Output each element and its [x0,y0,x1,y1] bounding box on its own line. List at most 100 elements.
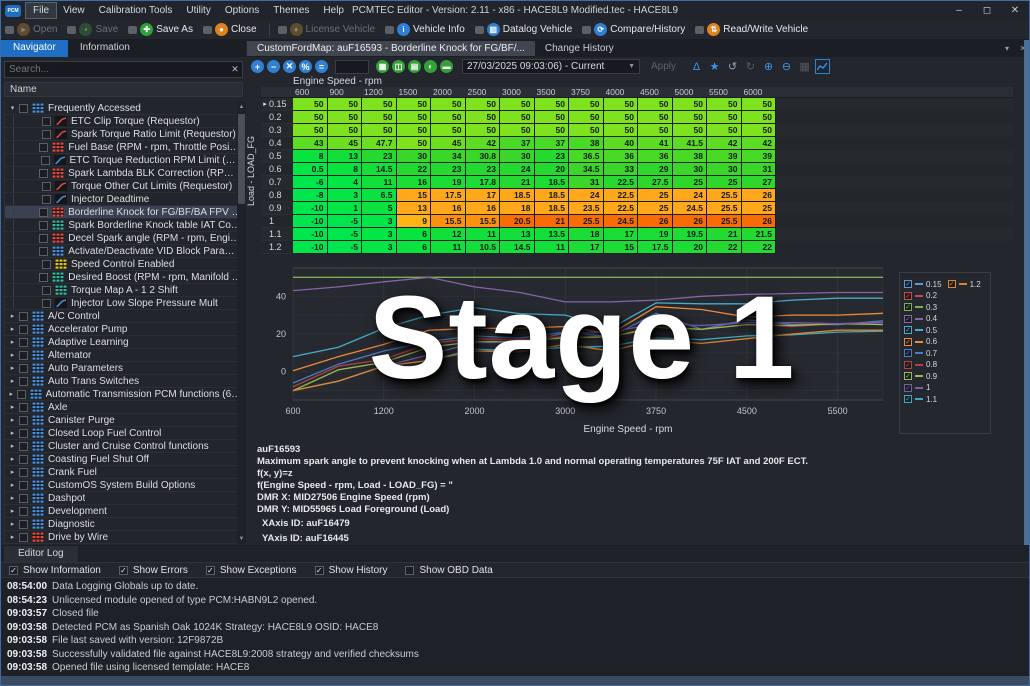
row-header-0.3[interactable]: 0.3 [261,124,293,137]
table-cell[interactable]: 23.5 [569,202,604,215]
tree-item-speed-control-enabled[interactable]: Speed Control Enabled [5,258,242,271]
checked-checkbox-icon[interactable]: ✓ [9,566,18,575]
table-cell[interactable]: 9 [397,215,432,228]
tree-checkbox[interactable] [42,182,51,191]
row-header-0.5[interactable]: 0.5 [261,150,293,163]
table-cell[interactable]: 23 [466,163,501,176]
tree-checkbox[interactable] [19,494,28,503]
tree-folder-development[interactable]: ▸Development [5,505,242,518]
expand-icon[interactable]: ▸ [8,351,17,359]
tree-folder-customos-system-build-options[interactable]: ▸CustomOS System Build Options [5,479,242,492]
legend-checkbox[interactable]: ✓ [904,349,912,357]
editor-log-tab[interactable]: Editor Log [4,546,78,562]
table-cell[interactable]: 50 [328,98,363,111]
column-header-2500[interactable]: 2500 [466,87,501,97]
tree-checkbox[interactable] [19,364,28,373]
table-cell[interactable]: 30.8 [466,150,501,163]
table-cell[interactable]: 50 [466,111,501,124]
row-header-1.1[interactable]: 1.1 [261,228,293,241]
tree-checkbox[interactable] [19,520,28,529]
table-cell[interactable]: 39 [742,150,777,163]
datalog-vehicle-button[interactable]: ▥Datalog Vehicle [475,23,573,36]
unchecked-checkbox-icon[interactable] [405,566,414,575]
table-cell[interactable]: 22.5 [604,202,639,215]
table-cell[interactable]: 50 [362,124,397,137]
column-header-3500[interactable]: 3500 [535,87,570,97]
table-cell[interactable]: 50 [673,124,708,137]
table-cell[interactable]: 14.5 [362,163,397,176]
table-cell[interactable]: 17.5 [638,241,673,254]
expand-icon[interactable]: ▸ [8,338,17,346]
tree-folder-a-c-control[interactable]: ▸A/C Control [5,310,242,323]
close-button[interactable]: ●Close [203,23,257,36]
expand-icon[interactable]: ▸ [8,507,17,515]
table-cell[interactable]: -10 [293,228,328,241]
expand-icon[interactable]: ▸ [8,364,17,372]
checked-checkbox-icon[interactable]: ✓ [206,566,215,575]
undo-icon[interactable]: ↺ [725,59,740,74]
table-cell[interactable]: 17 [569,241,604,254]
table-cell[interactable]: 31 [742,163,777,176]
table-cell[interactable]: -10 [293,215,328,228]
table-cell[interactable]: 42 [466,137,501,150]
table-cell[interactable]: 50 [293,111,328,124]
vehicle-info-button[interactable]: iVehicle Info [385,23,465,36]
table-cell[interactable]: 50 [569,98,604,111]
table-cell[interactable]: 3 [362,228,397,241]
tree-column-header[interactable]: Name [4,82,243,97]
table-cell[interactable]: 50 [535,98,570,111]
table-cell[interactable]: 50 [742,98,777,111]
tree-folder-alternator[interactable]: ▸Alternator [5,349,242,362]
percent-icon[interactable]: % [299,60,312,73]
filter-show-exceptions[interactable]: ✓Show Exceptions [206,565,297,576]
table-cell[interactable]: 50 [362,98,397,111]
table-cell[interactable]: 12 [431,228,466,241]
tree-item-torque-map-a-1-2-shift[interactable]: Torque Map A - 1 2 Shift [5,284,242,297]
column-header-3750[interactable]: 3750 [569,87,604,97]
table-cell[interactable]: 18 [569,228,604,241]
table-cell[interactable]: 19.5 [673,228,708,241]
table-cell[interactable]: 50 [293,98,328,111]
table-cell[interactable]: -5 [328,228,363,241]
tree-item-fuel-base-rpm-rpm-throttle-position-rela[interactable]: Fuel Base (RPM - rpm, Throttle Position … [5,141,242,154]
table-cell[interactable]: 50 [742,111,777,124]
table-cell[interactable]: 25.5 [569,215,604,228]
column-header-4000[interactable]: 4000 [604,87,639,97]
table-cell[interactable]: 50 [673,111,708,124]
table-cell[interactable]: 15.5 [466,215,501,228]
table-cell[interactable]: 23 [535,150,570,163]
tree-checkbox[interactable] [19,468,28,477]
version-select[interactable]: 27/03/2025 09:03:06) - Current▼ [462,59,640,74]
subtract-icon[interactable]: − [267,60,280,73]
tree-folder-dashpot[interactable]: ▸Dashpot [5,492,242,505]
tree-folder-coasting-fuel-shut-off[interactable]: ▸Coasting Fuel Shut Off [5,453,242,466]
column-header-1500[interactable]: 1500 [397,87,432,97]
table-cell[interactable]: 36 [638,150,673,163]
table-cell[interactable]: 50 [431,98,466,111]
table-cell[interactable]: 50 [362,111,397,124]
tree-folder-auto-parameters[interactable]: ▸Auto Parameters [5,362,242,375]
table-cell[interactable]: 25 [707,176,742,189]
tree-checkbox[interactable] [19,533,28,542]
fill-rows-icon[interactable]: ▤ [408,60,421,73]
tree-checkbox[interactable] [39,273,48,282]
table-cell[interactable]: 50 [328,111,363,124]
table-cell[interactable]: 50 [500,98,535,111]
row-header-1.2[interactable]: 1.2 [261,241,293,254]
table-cell[interactable]: 30 [397,150,432,163]
table-cell[interactable]: 15 [397,189,432,202]
table-cell[interactable]: 17 [604,228,639,241]
table-cell[interactable]: 17.5 [431,189,466,202]
filter-show-obd-data[interactable]: Show OBD Data [405,565,492,576]
tree-folder-canister-purge[interactable]: ▸Canister Purge [5,414,242,427]
filter-show-history[interactable]: ✓Show History [315,565,388,576]
tree-checkbox[interactable] [19,429,28,438]
table-cell[interactable]: 18 [500,202,535,215]
fill-columns-icon[interactable]: ◫ [392,60,405,73]
menu-view[interactable]: View [56,3,92,18]
table-cell[interactable]: -5 [328,215,363,228]
table-cell[interactable]: 30 [500,150,535,163]
doc-tab-map[interactable]: CustomFordMap: auF16593 - Borderline Kno… [247,41,535,56]
table-cell[interactable]: 26 [638,215,673,228]
column-header-6000[interactable]: 6000 [742,87,777,97]
